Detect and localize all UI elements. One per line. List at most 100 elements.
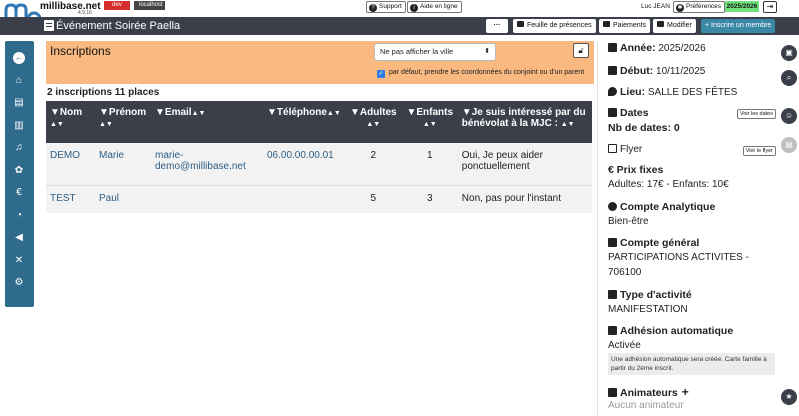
left-sidebar: ← ⌂ ▤ ▥ ♫ ✿ € ◔ ◀ ✕ ⚙ [5, 41, 34, 307]
title-bar: Événement Soirée Paella ··· Feuille de p… [0, 17, 799, 35]
users-icon [608, 388, 617, 397]
donation-icon[interactable]: ✿ [13, 165, 25, 177]
location-row: Lieu: SALLE DES FÊTES [608, 86, 737, 98]
activity-type-value: MANIFESTATION [608, 304, 688, 315]
general-account-value-2: 706100 [608, 267, 642, 278]
pie-chart-icon [608, 202, 617, 211]
logout-icon[interactable]: ⇥ [763, 1, 777, 13]
user-name: Luc JEAN [641, 3, 670, 10]
cell-prenom[interactable]: Marie [95, 143, 151, 185]
col-enfants[interactable]: ▼Enfants ▲▼ [401, 101, 458, 143]
search-icon[interactable]: ⌕ [781, 70, 797, 86]
add-animator-icon[interactable]: + [682, 385, 689, 399]
col-nom[interactable]: ▼Nom ▲▼ [46, 101, 95, 143]
cell-nom[interactable]: DEMO [46, 143, 95, 185]
cell-nom[interactable]: TEST [46, 184, 95, 213]
sheet-icon [517, 21, 524, 27]
inscription-count: 2 inscriptions 11 places [47, 87, 160, 98]
euro-icon[interactable]: € [13, 187, 25, 199]
printer-icon[interactable]: ▤ [781, 137, 797, 153]
activity-type-row: Type d'activité [608, 289, 692, 301]
megaphone-icon[interactable]: ◀ [13, 232, 25, 244]
chat-icon[interactable]: ▣ [781, 45, 797, 61]
cell-prenom[interactable]: Paul [95, 184, 151, 213]
col-email[interactable]: ▼Email▲▼ [151, 101, 263, 143]
prices-value: Adultes: 17€ - Enfants: 10€ [608, 179, 729, 190]
pie-chart-icon[interactable]: ◔ [13, 210, 25, 222]
col-prenom[interactable]: ▼Prénom ▲▼ [95, 101, 151, 143]
settings-icon[interactable]: ⚙ [13, 277, 25, 289]
cell-email[interactable]: marie-demo@millibase.net [151, 143, 263, 185]
default-contact-checkbox[interactable]: ✓ [377, 70, 385, 78]
col-adultes[interactable]: ▼Adultes ▲▼ [344, 101, 402, 143]
city-display-select[interactable]: Ne pas afficher la ville ⬍ [374, 43, 496, 61]
start-row: Début: 10/11/2025 [608, 65, 705, 77]
more-menu-button[interactable]: ··· [486, 19, 508, 33]
cell-telephone[interactable] [263, 184, 345, 213]
user-add-icon[interactable]: ☺ [781, 108, 797, 124]
tools-icon[interactable]: ✕ [13, 255, 25, 267]
prices-row: € Prix fixes [608, 164, 664, 176]
cell-enfants: 1 [401, 143, 458, 185]
music-icon[interactable]: ♫ [13, 142, 25, 154]
col-benevolat[interactable]: ▼Je suis intéressé par du bénévolat à la… [457, 101, 592, 143]
table-header-row: ▼Nom ▲▼ ▼Prénom ▲▼ ▼Email▲▼ ▼Téléphone▲▼ ▼… [46, 101, 592, 143]
cell-email[interactable] [151, 184, 263, 213]
support-button[interactable]: ? Support [366, 1, 406, 13]
institution-icon[interactable]: ⌂ [13, 75, 25, 87]
season-badge[interactable]: 2025/2026 [725, 1, 759, 12]
table-row[interactable]: TEST Paul 5 3 Non, pas pour l'instant [46, 184, 592, 213]
section-title: Inscriptions [50, 44, 111, 58]
panel-divider [597, 41, 598, 416]
flyer-row: Flyer [608, 144, 642, 155]
cell-enfants: 3 [401, 184, 458, 213]
cell-telephone[interactable]: 06.00.00.00.01 [263, 143, 345, 185]
animators-row: Animateurs + [608, 385, 689, 399]
animators-value: Aucun animateur [608, 400, 684, 411]
cell-benevolat: Non, pas pour l'instant [457, 184, 592, 213]
gear-icon: ✱ [676, 4, 684, 12]
edit-button[interactable]: Modifier [653, 19, 696, 33]
id-card-icon [608, 326, 617, 335]
analytic-account-row: Compte Analytique [608, 201, 715, 213]
member-card-icon[interactable]: ▤ [13, 97, 25, 109]
preferences-button[interactable]: ✱ Préférences [673, 1, 726, 13]
add-member-button[interactable]: + Inscrire un membre [701, 19, 776, 33]
default-contact-label: par défaut, prendre les coordonnées du c… [389, 69, 585, 76]
sort-icon [608, 290, 617, 299]
auto-membership-note: Une adhésion automatique sera créée. Car… [608, 353, 775, 375]
map-pin-icon [608, 87, 617, 96]
star-icon[interactable]: ★ [781, 389, 797, 405]
help-button[interactable]: i Aide en ligne [407, 1, 462, 13]
top-bar: millibase.net 4.9.16 dev localhost ? Supp… [0, 0, 799, 26]
lock-icon[interactable]: 🔓︎ [573, 43, 589, 58]
view-dates-button[interactable]: Voir les dates [736, 109, 776, 119]
auto-membership-row: Adhésion automatique [608, 325, 733, 337]
host-tag: localhost [134, 1, 165, 10]
edit-icon [657, 21, 664, 27]
calendar-icon [608, 43, 617, 52]
table-icon [608, 238, 617, 247]
view-flyer-button[interactable]: Voir le flyer [742, 146, 776, 156]
general-account-row: Compte général [608, 237, 699, 249]
year-row: Année: 2025/2026 [608, 42, 706, 54]
calendar-icon [608, 66, 617, 75]
chevron-updown-icon: ⬍ [484, 48, 490, 55]
payments-button[interactable]: Paiements [599, 19, 651, 33]
cell-benevolat: Oui, Je peux aider ponctuellement [457, 143, 592, 185]
money-icon [603, 21, 610, 27]
back-arrow-icon[interactable]: ← [13, 52, 25, 64]
col-telephone[interactable]: ▼Téléphone▲▼ [263, 101, 345, 143]
analytic-account-value: Bien-être [608, 216, 649, 227]
info-icon: i [410, 4, 418, 12]
calendar-icon [608, 108, 617, 117]
dates-row: Dates [608, 107, 649, 119]
inscriptions-table: ▼Nom ▲▼ ▼Prénom ▲▼ ▼Email▲▼ ▼Téléphone▲▼ ▼… [46, 101, 592, 213]
attendance-sheet-button[interactable]: Feuille de présences [513, 19, 596, 33]
inscriptions-header: Inscriptions Ne pas afficher la ville ⬍ … [46, 41, 594, 84]
table-row[interactable]: DEMO Marie marie-demo@millibase.net 06.0… [46, 143, 592, 185]
book-icon[interactable]: ▥ [13, 120, 25, 132]
cell-adultes: 5 [344, 184, 402, 213]
page-title: Événement Soirée Paella [56, 20, 181, 32]
file-icon [608, 144, 617, 153]
